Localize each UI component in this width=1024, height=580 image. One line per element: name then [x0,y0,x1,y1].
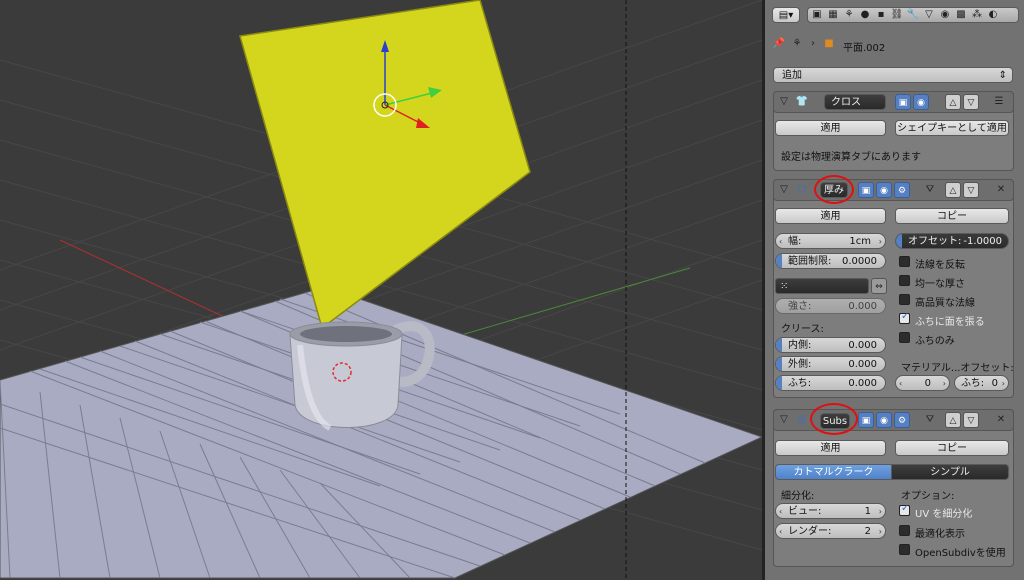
tab-simple[interactable]: シンプル [891,464,1009,480]
add-modifier-dropdown[interactable]: 追加 ⇕ [773,67,1013,83]
invert-vgroup-icon[interactable]: ⇔ [871,278,887,294]
cloth-icon: 👕 [795,96,809,107]
viewport-toggle-icon[interactable]: ◉ [876,412,892,428]
viewport-scene[interactable] [0,0,762,580]
red-annotation-circle [814,175,854,204]
collapse-triangle-icon[interactable]: ▽ [776,412,792,428]
hq-normals-label: 高品質な法線 [915,298,975,309]
opensubdiv-checkbox[interactable] [899,544,910,555]
editmode-toggle-icon[interactable]: ⚙ [894,182,910,198]
close-icon[interactable]: ✕ [993,182,1009,198]
layers-icon[interactable]: ▦ [825,7,841,23]
width-field[interactable]: ‹ 幅: 1cm › [775,233,886,249]
subsurf-apply-button[interactable]: 適用 [775,440,886,456]
subdivisions-label: 細分化: [781,491,815,502]
flip-normals-label: 法線を反転 [915,260,965,271]
even-thickness-label: 均一な厚さ [915,279,965,290]
cage-toggle-icon[interactable]: ⛛ [922,412,938,428]
close-icon[interactable]: ✕ [993,412,1009,428]
material-offset-field[interactable]: ‹ 0 › [895,375,950,391]
viewport-toggle-icon[interactable]: ◉ [913,94,929,110]
subsurf-icon: ◎ [797,414,807,425]
mesh-object-icon: ■ [824,38,834,49]
solidify-copy-button[interactable]: コピー [895,208,1009,224]
vertex-group-icon: ⁙ [780,281,789,292]
cloth-apply-shapekey-button[interactable]: シェイプキーとして適用 [895,120,1009,136]
move-down-icon[interactable]: ▽ [963,412,979,428]
uv-subdivide-label: UV を細分化 [915,509,973,520]
render-toggle-icon[interactable]: ▣ [895,94,911,110]
breadcrumb: 📌 ⚘ › ■ 平面.002 [765,34,1024,54]
render-toggle-icon[interactable]: ▣ [858,182,874,198]
opensubdiv-label: OpenSubdivを使用 [915,548,1006,559]
material-rim-offset-field[interactable]: ふち: 0 › [954,375,1009,391]
move-down-icon[interactable]: ▽ [963,182,979,198]
pin-icon[interactable]: 📌 [771,36,787,52]
modifiers-icon[interactable]: 🔧 [905,7,921,23]
collapse-triangle-icon[interactable]: ▽ [776,94,792,110]
move-up-icon[interactable]: △ [945,412,961,428]
view-levels-field[interactable]: ‹ ビュー: 1 › [775,503,886,519]
material-icon[interactable]: ◉ [937,7,953,23]
increment-arrow-icon[interactable]: › [879,234,882,248]
properties-header: ▤▾ ▣ ▦ ⚘ ● ▪ ⛓ 🔧 ▽ ◉ ▩ ⁂ ◐ [765,4,1024,26]
3d-viewport[interactable] [0,0,762,580]
cloth-apply-button[interactable]: 適用 [775,120,886,136]
particles-icon[interactable]: ⁂ [969,7,985,23]
rim-only-label: ふちのみ [915,336,955,347]
even-thickness-checkbox[interactable] [899,275,910,286]
editmode-toggle-icon[interactable]: ⚙ [894,412,910,428]
optimal-display-label: 最適化表示 [915,529,965,540]
fill-rim-label: ふちに面を張る [915,317,985,328]
modifier-menu-icon[interactable]: ☰ [991,94,1007,110]
add-modifier-label: 追加 [782,70,802,81]
red-annotation-circle [810,403,858,435]
cloth-note: 設定は物理演算タブにあります [781,152,921,163]
render-toggle-icon[interactable]: ▣ [858,412,874,428]
render-levels-field[interactable]: ‹ レンダー: 2 › [775,523,886,539]
chevron-right-icon: › [811,38,815,49]
collapse-triangle-icon[interactable]: ▽ [776,182,792,198]
rim-only-checkbox[interactable] [899,332,910,343]
move-up-icon[interactable]: △ [945,94,961,110]
scene-icon[interactable]: ⚘ [841,7,857,23]
solidify-apply-button[interactable]: 適用 [775,208,886,224]
editor-type-button[interactable]: ▤▾ [772,7,800,23]
world-icon[interactable]: ● [857,7,873,23]
dropdown-arrows-icon: ⇕ [998,70,1007,81]
object-icon[interactable]: ▪ [873,7,889,23]
flip-normals-checkbox[interactable] [899,256,910,267]
uv-subdivide-checkbox[interactable] [899,503,910,516]
tab-catmull-clark[interactable]: カトマルクラーク [775,464,892,480]
move-up-icon[interactable]: △ [945,182,961,198]
options-label: オプション: [901,491,955,502]
move-down-icon[interactable]: ▽ [963,94,979,110]
subsurf-copy-button[interactable]: コピー [895,440,1009,456]
fill-rim-checkbox[interactable] [899,311,910,324]
vertex-group-field[interactable]: ⁙ [775,278,869,294]
decrement-arrow-icon[interactable]: ‹ [779,234,782,248]
physics-icon[interactable]: ◐ [985,7,1001,23]
material-offset-label: マテリアル...オフセット: [901,363,1014,374]
data-icon[interactable]: ▽ [921,7,937,23]
offset-field[interactable]: オフセット: -1.0000 [895,233,1009,249]
object-name: 平面.002 [843,43,886,54]
hq-normals-checkbox[interactable] [899,294,910,305]
cloth-name-field[interactable]: クロス [824,94,886,110]
outer-crease-field[interactable]: 外側: 0.000 [775,356,886,372]
scene-link-icon: ⚘ [792,38,802,49]
constraints-icon[interactable]: ⛓ [889,7,905,23]
clamp-field[interactable]: 範囲制限: 0.0000 [775,253,886,269]
solidify-icon: ⬡ [797,184,807,195]
texture-icon[interactable]: ▩ [953,7,969,23]
viewport-toggle-icon[interactable]: ◉ [876,182,892,198]
inner-crease-field[interactable]: 内側: 0.000 [775,337,886,353]
crease-label: クリース: [781,324,824,335]
cage-toggle-icon[interactable]: ⛛ [922,182,938,198]
rim-crease-field[interactable]: ふち: 0.000 [775,375,886,391]
strength-field[interactable]: 強さ: 0.000 [775,298,886,314]
properties-editor: ▤▾ ▣ ▦ ⚘ ● ▪ ⛓ 🔧 ▽ ◉ ▩ ⁂ ◐ 📌 ⚘ › ■ 平面.00… [765,0,1024,580]
render-icon[interactable]: ▣ [809,7,825,23]
optimal-display-checkbox[interactable] [899,525,910,536]
